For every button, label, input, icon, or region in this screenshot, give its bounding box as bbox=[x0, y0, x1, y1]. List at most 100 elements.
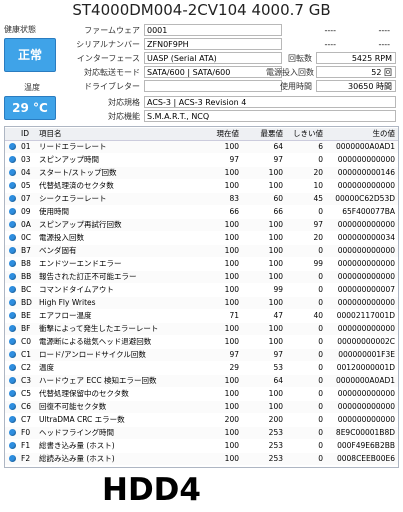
attribute-worst: 100 bbox=[268, 181, 283, 190]
table-row[interactable]: C5 代替処理保留中のセクタ数 100 100 0 000000000000 bbox=[5, 388, 398, 400]
status-good-icon bbox=[9, 156, 16, 163]
attribute-raw: 000000000000 bbox=[337, 155, 395, 164]
attribute-current: 100 bbox=[224, 337, 239, 346]
attribute-raw: 000000000000 bbox=[337, 324, 395, 333]
attribute-name: スピンアップ再試行回数 bbox=[39, 220, 122, 229]
status-dot-icon bbox=[9, 206, 17, 219]
table-row[interactable]: C0 電源断による磁気ヘッド退避回数 100 100 0 00000000002C bbox=[5, 336, 398, 348]
power-count-value: 52 回 bbox=[316, 66, 396, 78]
header-raw[interactable]: 生の値 bbox=[321, 128, 396, 140]
attribute-current: 100 bbox=[224, 285, 239, 294]
header-name[interactable]: 項目名 bbox=[39, 128, 207, 140]
table-row[interactable]: BF 衝撃によって発生したエラーレート 100 100 0 000000000000 bbox=[5, 323, 398, 335]
table-row[interactable]: BC コマンドタイムアウト 100 99 0 000000000007 bbox=[5, 284, 398, 296]
header-threshold[interactable]: しきい値 bbox=[285, 128, 323, 140]
table-row[interactable]: F2 総読み込み量 (ホスト) 100 253 0 0008CEEB00E6 bbox=[5, 453, 398, 465]
status-good-icon bbox=[9, 429, 16, 436]
rpm-label: 回転数 bbox=[288, 54, 312, 63]
table-row[interactable]: BE エアフロー温度 71 47 40 00002117001D bbox=[5, 310, 398, 322]
attribute-id: B8 bbox=[21, 259, 31, 268]
header-current[interactable]: 現在値 bbox=[201, 128, 240, 140]
smart-table: ID 項目名 現在値 最悪値 しきい値 生の値 01 リードエラーレート 100 64… bbox=[4, 126, 399, 468]
attribute-current: 100 bbox=[224, 181, 239, 190]
status-good-icon bbox=[9, 208, 16, 215]
table-row[interactable]: C3 ハードウェア ECC 検知エラー回数 100 64 0 0000000A0AD1 bbox=[5, 375, 398, 387]
attribute-id: BF bbox=[21, 324, 31, 333]
attribute-current: 71 bbox=[229, 311, 239, 320]
attribute-worst: 64 bbox=[273, 376, 283, 385]
health-status-badge[interactable]: 正常 bbox=[4, 38, 56, 72]
temperature-badge[interactable]: 29 °C bbox=[4, 96, 56, 120]
status-dot-icon bbox=[9, 336, 17, 349]
attribute-worst: 200 bbox=[268, 415, 283, 424]
attribute-threshold: 0 bbox=[318, 272, 323, 281]
attribute-raw: 000000000000 bbox=[337, 272, 395, 281]
attribute-raw: 000F49E6B2BB bbox=[337, 441, 395, 450]
table-row[interactable]: 05 代替処理済のセクタ数 100 100 10 000000000000 bbox=[5, 180, 398, 192]
table-row[interactable]: 07 シークエラーレート 83 60 45 00000C62D53D bbox=[5, 193, 398, 205]
attribute-threshold: 0 bbox=[318, 415, 323, 424]
attribute-worst: 53 bbox=[273, 363, 283, 372]
table-row[interactable]: 0C 電源投入回数 100 100 20 000000000034 bbox=[5, 232, 398, 244]
attribute-name: 衝撃によって発生したエラーレート bbox=[39, 324, 159, 333]
attribute-current: 66 bbox=[229, 207, 239, 216]
attribute-name: 総読み込み量 (ホスト) bbox=[39, 454, 115, 463]
status-dot-icon bbox=[9, 427, 17, 440]
attribute-name: 使用時間 bbox=[39, 207, 69, 216]
status-dot-icon bbox=[9, 414, 17, 427]
status-good-icon bbox=[9, 182, 16, 189]
table-row[interactable]: BD High Fly Writes 100 100 0 000000000000 bbox=[5, 297, 398, 309]
attribute-name: ヘッドフライング時間 bbox=[39, 428, 114, 437]
table-row[interactable]: C2 温度 29 53 0 00120000001D bbox=[5, 362, 398, 374]
interface-label: インターフェース bbox=[76, 54, 140, 63]
table-row[interactable]: BB 報告された訂正不可能エラー 100 100 0 000000000000 bbox=[5, 271, 398, 283]
drive-label-caption: HDD4 bbox=[102, 472, 201, 508]
status-dot-icon bbox=[9, 323, 17, 336]
table-row[interactable]: C7 UltraDMA CRC エラー数 200 200 0 000000000000 bbox=[5, 414, 398, 426]
attribute-current: 100 bbox=[224, 428, 239, 437]
attribute-current: 100 bbox=[224, 389, 239, 398]
attribute-worst: 253 bbox=[268, 441, 283, 450]
table-row[interactable]: 01 リードエラーレート 100 64 6 0000000A0AD1 bbox=[5, 141, 398, 153]
attribute-current: 100 bbox=[224, 402, 239, 411]
rpm-value: 5425 RPM bbox=[316, 52, 396, 64]
attribute-raw: 0000000A0AD1 bbox=[336, 376, 395, 385]
attribute-raw: 65F400077BA bbox=[342, 207, 395, 216]
attribute-worst: 100 bbox=[268, 402, 283, 411]
status-good-icon bbox=[9, 286, 16, 293]
status-dot-icon bbox=[9, 362, 17, 375]
attribute-id: F0 bbox=[21, 428, 31, 437]
right-extra-1: ---- bbox=[344, 24, 394, 36]
header-id[interactable]: ID bbox=[21, 128, 39, 140]
status-dot-icon bbox=[9, 193, 17, 206]
attribute-threshold: 0 bbox=[318, 246, 323, 255]
attribute-raw: 8E9C00001B8D bbox=[335, 428, 395, 437]
table-row[interactable]: 09 使用時間 66 66 0 65F400077BA bbox=[5, 206, 398, 218]
transfer-mode-label: 対応転送モード bbox=[84, 68, 140, 77]
attribute-name: ハードウェア ECC 検知エラー回数 bbox=[39, 376, 157, 385]
table-row[interactable]: 04 スタート/ストップ回数 100 100 20 000000000146 bbox=[5, 167, 398, 179]
attribute-current: 100 bbox=[224, 246, 239, 255]
table-row[interactable]: 03 スピンアップ時間 97 97 0 000000000000 bbox=[5, 154, 398, 166]
attribute-current: 100 bbox=[224, 441, 239, 450]
table-row[interactable]: F0 ヘッドフライング時間 100 253 0 8E9C00001B8D bbox=[5, 427, 398, 439]
power-hours-value: 30650 時間 bbox=[316, 80, 396, 92]
attribute-name: 代替処理保留中のセクタ数 bbox=[39, 389, 129, 398]
attribute-id: 07 bbox=[21, 194, 31, 203]
attribute-current: 97 bbox=[229, 155, 239, 164]
attribute-name: 報告された訂正不可能エラー bbox=[39, 272, 137, 281]
attribute-current: 83 bbox=[229, 194, 239, 203]
status-dot-icon bbox=[9, 219, 17, 232]
table-row[interactable]: B7 ベンダ固有 100 100 0 000000000000 bbox=[5, 245, 398, 257]
table-row[interactable]: B8 エンドツーエンドエラー 100 100 99 000000000000 bbox=[5, 258, 398, 270]
header-worst[interactable]: 最悪値 bbox=[245, 128, 284, 140]
attribute-worst: 100 bbox=[268, 246, 283, 255]
table-row[interactable]: C1 ロード/アンロードサイクル回数 97 97 0 000000001F3E bbox=[5, 349, 398, 361]
attribute-worst: 100 bbox=[268, 298, 283, 307]
table-row[interactable]: F1 総書き込み量 (ホスト) 100 253 0 000F49E6B2BB bbox=[5, 440, 398, 452]
status-good-icon bbox=[9, 247, 16, 254]
attribute-worst: 100 bbox=[268, 168, 283, 177]
table-row[interactable]: 0A スピンアップ再試行回数 100 100 97 000000000000 bbox=[5, 219, 398, 231]
status-good-icon bbox=[9, 442, 16, 449]
table-row[interactable]: C6 回復不可能セクタ数 100 100 0 000000000000 bbox=[5, 401, 398, 413]
